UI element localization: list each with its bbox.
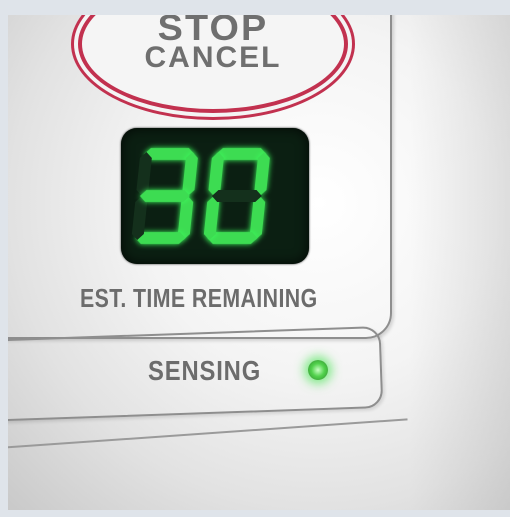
segment-f <box>208 152 224 196</box>
panel-divider <box>8 418 408 450</box>
segment-g <box>139 190 190 202</box>
shadow-edge <box>410 15 510 510</box>
cancel-label: CANCEL <box>144 41 282 74</box>
segment-g <box>211 190 262 202</box>
time-display: 30 <box>121 128 309 264</box>
digits-group <box>131 148 270 244</box>
sensing-label: SENSING <box>148 355 262 386</box>
appliance-photo: STOP CANCEL 30 EST. TIME REMAINING SENSI… <box>8 15 510 510</box>
digit-0 <box>131 148 198 244</box>
segment-f <box>136 152 152 196</box>
digit-readout <box>131 148 270 244</box>
digit-1 <box>203 148 270 244</box>
est-time-remaining-label: EST. TIME REMAINING <box>80 283 318 313</box>
green-led-icon <box>308 360 328 380</box>
